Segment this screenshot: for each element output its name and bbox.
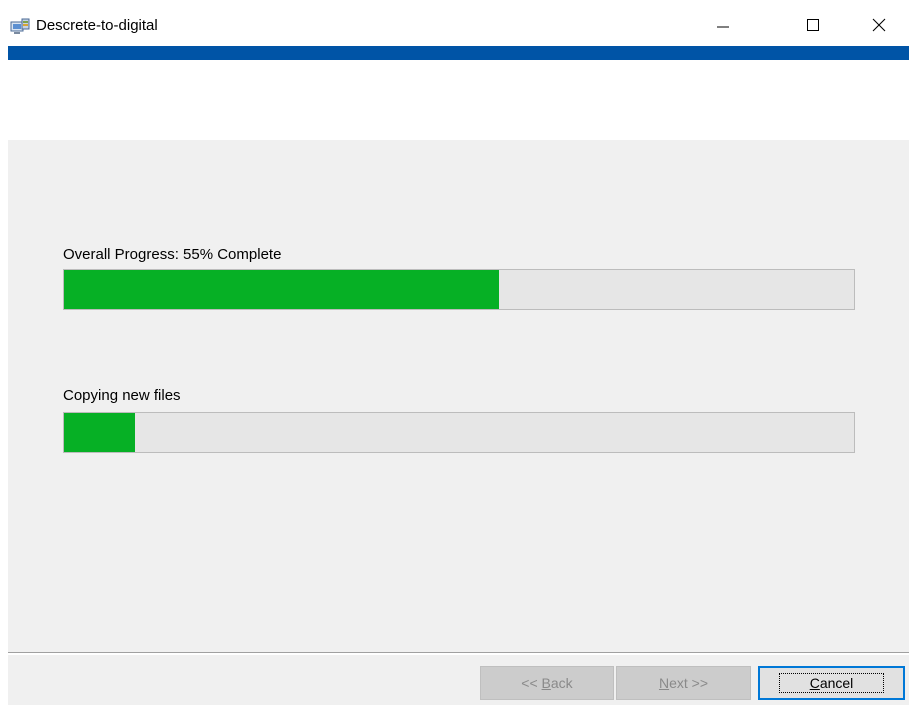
window-title: Descrete-to-digital xyxy=(36,17,158,34)
accent-bar xyxy=(8,46,909,60)
overall-progress-bar xyxy=(63,269,855,310)
cancel-button[interactable]: Cancel xyxy=(758,666,905,700)
back-button-label: << Back xyxy=(521,675,573,691)
footer-separator xyxy=(8,652,909,654)
next-button-label: Next >> xyxy=(658,675,709,691)
overall-progress-fill xyxy=(64,270,499,309)
overall-progress-label: Overall Progress: 55% Complete xyxy=(63,246,282,263)
title-bar[interactable]: Descrete-to-digital xyxy=(0,0,909,46)
installer-computer-icon xyxy=(10,18,30,36)
maximize-icon xyxy=(805,17,821,36)
cancel-button-label: Cancel xyxy=(778,673,885,693)
header-area xyxy=(8,60,909,140)
maximize-button[interactable] xyxy=(790,6,836,46)
close-icon xyxy=(871,17,887,36)
back-button[interactable]: << Back xyxy=(480,666,614,700)
minimize-icon xyxy=(715,17,731,36)
current-task-progress-fill xyxy=(64,413,136,452)
minimize-button[interactable] xyxy=(700,6,746,46)
current-task-progress-bar xyxy=(63,412,855,453)
close-button[interactable] xyxy=(856,6,902,46)
current-task-label: Copying new files xyxy=(63,387,181,404)
next-button[interactable]: Next >> xyxy=(616,666,751,700)
